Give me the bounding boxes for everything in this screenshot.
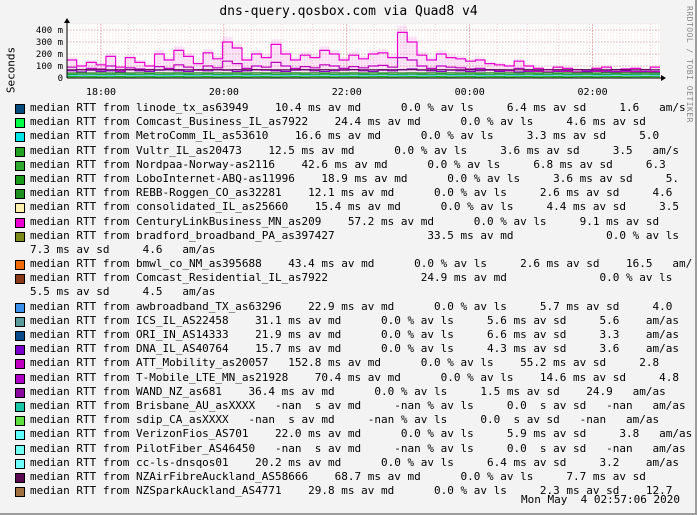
legend-text: median RTT from ATT_Mobility_as20057 152…	[30, 356, 660, 370]
legend-swatch	[15, 458, 25, 469]
legend-text: median RTT from PilotFiber_AS46450 -nan …	[30, 441, 686, 455]
legend-item: median RTT from T-Mobile_LTE_MN_as21928 …	[0, 371, 697, 385]
legend-text: median RTT from T-Mobile_LTE_MN_as21928 …	[30, 370, 680, 384]
legend-text: median RTT from VerizonFios_AS701 22.0 m…	[30, 427, 693, 441]
legend-item: median RTT from MetroComm_IL_as53610 16.…	[0, 129, 697, 143]
legend-item: median RTT from LoboInternet-ABQ-as11996…	[0, 172, 697, 186]
render-timestamp: Mon May 4 02:57:06 2020	[521, 493, 680, 506]
legend-swatch	[15, 487, 25, 498]
legend-swatch	[15, 416, 25, 427]
legend-text: median RTT from Comcast_Residential_IL_a…	[30, 271, 673, 285]
legend-item: median RTT from Comcast_Residential_IL_a…	[0, 271, 697, 285]
y-tick-label: 100 m	[36, 62, 63, 72]
legend-text: median RTT from ICS_IL_AS22458 31.1 ms a…	[30, 313, 680, 327]
legend-item: median RTT from bmwl_co_NM_as395688 43.4…	[0, 257, 697, 271]
legend-text-continued: 5.5 ms av sd 4.5 am/as	[30, 285, 216, 299]
legend-text: median RTT from consolidated_IL_as25660 …	[30, 200, 680, 214]
legend-swatch	[15, 231, 25, 242]
legend-item: median RTT from DNA_IL_AS40764 15.7 ms a…	[0, 342, 697, 356]
legend: median RTT from linode_tx_as63949 10.4 m…	[0, 101, 697, 498]
legend-text: median RTT from LoboInternet-ABQ-as11996…	[30, 171, 680, 185]
legend-swatch	[15, 302, 25, 313]
legend-swatch	[15, 331, 25, 341]
legend-item: median RTT from Brisbane_AU_asXXXX -nan …	[0, 399, 697, 413]
legend-text: median RTT from sdip_CA_asXXXX -nan s av…	[30, 413, 660, 427]
legend-swatch	[15, 274, 25, 285]
legend-text: median RTT from ORI_IN_AS14333 21.9 ms a…	[30, 328, 680, 341]
legend-swatch	[15, 387, 25, 398]
legend-item: median RTT from Nordpaa-Norway-as2116 42…	[0, 158, 697, 172]
legend-item: median RTT from ATT_Mobility_as20057 152…	[0, 356, 697, 370]
legend-swatch	[15, 401, 25, 412]
legend-item: median RTT from ICS_IL_AS22458 31.1 ms a…	[0, 314, 697, 328]
legend-text: median RTT from bradford_broadband_PA_as…	[30, 228, 680, 242]
legend-text-continued: 7.3 ms av sd 4.6 am/as	[30, 242, 216, 256]
rtt-chart: 0 100 m 200 m 300 m 400 m 18:00 20:00 22:00 00:0…	[36, 18, 666, 98]
y-axis-arrow	[64, 18, 70, 23]
legend-item: median RTT from WAND_NZ_as681 36.4 ms av…	[0, 385, 697, 399]
legend-item: median RTT from sdip_CA_asXXXX -nan s av…	[0, 413, 697, 427]
legend-swatch	[15, 189, 25, 200]
y-tick-label: 0	[58, 74, 63, 84]
x-tick-label: 18:00	[86, 87, 116, 98]
legend-swatch	[15, 104, 25, 114]
legend-swatch	[15, 203, 25, 214]
legend-swatch	[15, 359, 25, 370]
legend-swatch	[15, 472, 25, 483]
x-tick-label: 20:00	[209, 87, 239, 98]
legend-text: median RTT from Nordpaa-Norway-as2116 42…	[30, 157, 666, 171]
legend-item: median RTT from bradford_broadband_PA_as…	[0, 229, 697, 243]
x-tick-label: 00:00	[455, 87, 485, 98]
legend-item: median RTT from Comcast_Business_IL_as79…	[0, 115, 697, 129]
legend-item: median RTT from Vultr_IL_as20473 12.5 ms…	[0, 144, 697, 158]
legend-text: median RTT from Vultr_IL_as20473 12.5 ms…	[30, 143, 680, 157]
legend-text: median RTT from REBB-Roggen_CO_as32281 1…	[30, 186, 673, 200]
legend-item: median RTT from awbroadband_TX_as63296 2…	[0, 300, 697, 314]
y-tick-label: 200 m	[36, 50, 63, 60]
legend-item: median RTT from linode_tx_as63949 10.4 m…	[0, 101, 697, 115]
legend-text: median RTT from Brisbane_AU_asXXXX -nan …	[30, 398, 686, 412]
legend-text: median RTT from NZAirFibreAuckland_AS586…	[30, 469, 646, 483]
legend-swatch	[15, 160, 25, 171]
legend-swatch	[15, 260, 25, 271]
legend-swatch	[15, 316, 25, 327]
y-tick-label: 400 m	[36, 26, 63, 36]
legend-item: median RTT from VerizonFios_AS701 22.0 m…	[0, 427, 697, 441]
legend-text: median RTT from awbroadband_TX_as63296 2…	[30, 299, 673, 313]
legend-item: median RTT from REBB-Roggen_CO_as32281 1…	[0, 186, 697, 200]
legend-text: median RTT from MetroComm_IL_as53610 16.…	[30, 129, 660, 143]
legend-text: median RTT from Comcast_Business_IL_as79…	[30, 115, 646, 129]
legend-text: median RTT from CenturyLinkBusiness_MN_a…	[30, 214, 660, 228]
legend-swatch	[15, 217, 25, 228]
legend-swatch	[15, 430, 25, 441]
x-axis-arrow	[661, 75, 666, 81]
legend-item: median RTT from CenturyLinkBusiness_MN_a…	[0, 215, 697, 229]
legend-item: median RTT from cc-ls-dnsqos01 20.2 ms a…	[0, 456, 697, 470]
legend-item: median RTT from ORI_IN_AS14333 21.9 ms a…	[0, 328, 697, 342]
legend-item: median RTT from consolidated_IL_as25660 …	[0, 200, 697, 214]
legend-swatch	[15, 118, 25, 129]
legend-swatch	[15, 345, 25, 356]
legend-text: median RTT from bmwl_co_NM_as395688 43.4…	[30, 257, 693, 271]
y-tick-label: 300 m	[36, 38, 63, 48]
legend-swatch	[15, 146, 25, 157]
legend-swatch	[15, 373, 25, 384]
legend-swatch	[15, 132, 25, 143]
legend-item: median RTT from PilotFiber_AS46450 -nan …	[0, 442, 697, 456]
legend-text: median RTT from WAND_NZ_as681 36.4 ms av…	[30, 384, 666, 398]
legend-text: median RTT from linode_tx_as63949 10.4 m…	[30, 101, 686, 114]
legend-swatch	[15, 174, 25, 185]
legend-text: median RTT from cc-ls-dnsqos01 20.2 ms a…	[30, 455, 680, 469]
legend-swatch	[15, 444, 25, 455]
x-tick-label: 22:00	[332, 87, 362, 98]
legend-text: median RTT from DNA_IL_AS40764 15.7 ms a…	[30, 342, 680, 356]
legend-item: median RTT from NZAirFibreAuckland_AS586…	[0, 470, 697, 484]
x-tick-label: 02:00	[578, 87, 608, 98]
